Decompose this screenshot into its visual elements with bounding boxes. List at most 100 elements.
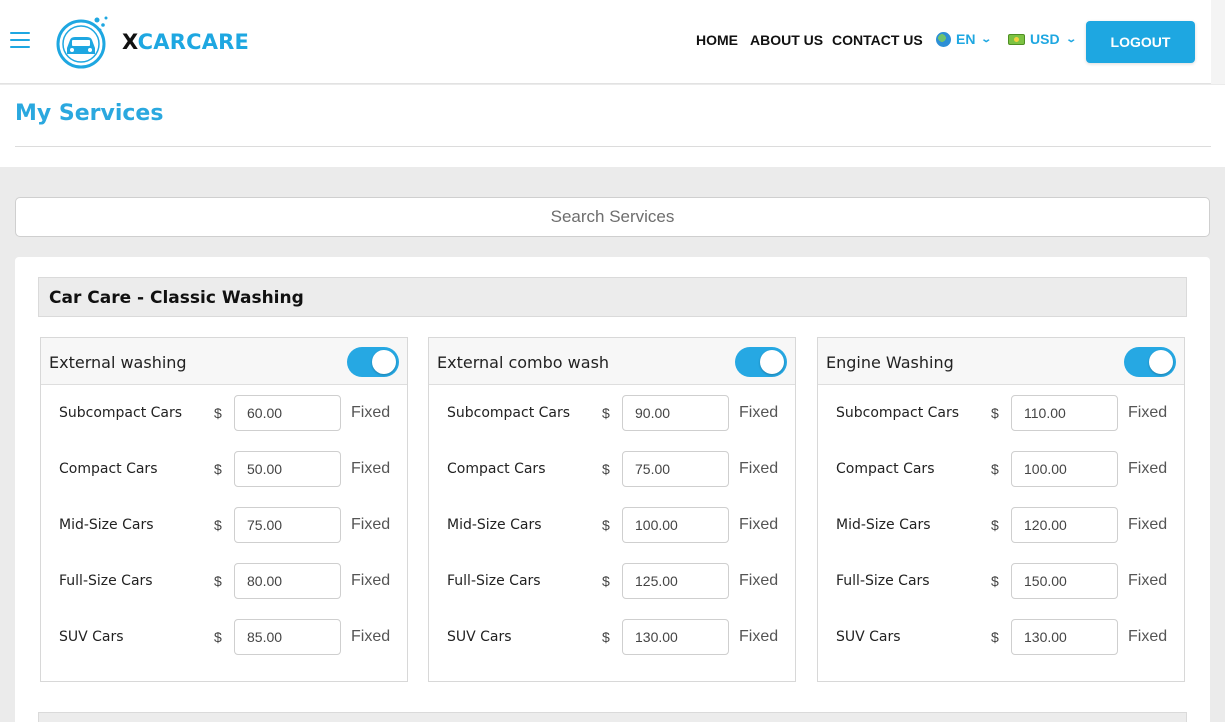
- price-type-label: Fixed: [739, 404, 779, 421]
- currency-symbol: $: [602, 461, 610, 477]
- chevron-down-icon: ⌄: [1064, 33, 1077, 45]
- divider: [15, 146, 1211, 147]
- car-size-label: Compact Cars: [59, 461, 158, 477]
- currency-selector[interactable]: USD ⌄: [1008, 31, 1077, 47]
- logout-button[interactable]: LOGOUT: [1086, 21, 1195, 63]
- car-size-label: SUV Cars: [59, 629, 124, 645]
- top-header: XCARCARE HOME ABOUT US CONTACT US EN ⌄ U…: [0, 0, 1225, 84]
- price-input[interactable]: [622, 563, 729, 599]
- car-size-label: Full-Size Cars: [836, 573, 930, 589]
- currency-symbol: $: [214, 629, 222, 645]
- scrollbar[interactable]: [1211, 0, 1225, 84]
- car-size-label: Subcompact Cars: [59, 405, 183, 421]
- logo-x: X: [122, 30, 138, 54]
- price-input[interactable]: [622, 395, 729, 431]
- toggle-knob: [760, 350, 784, 374]
- price-row: Full-Size Cars $ Fixed: [818, 563, 1184, 599]
- service-enabled-toggle[interactable]: [735, 347, 787, 377]
- hamburger-menu-icon[interactable]: [10, 32, 30, 50]
- price-input[interactable]: [1011, 619, 1118, 655]
- nav-home[interactable]: HOME: [696, 32, 738, 48]
- service-name: External combo wash: [437, 353, 610, 372]
- price-type-label: Fixed: [739, 572, 779, 589]
- price-type-label: Fixed: [739, 516, 779, 533]
- currency-symbol: $: [214, 405, 222, 421]
- price-row: Compact Cars $ Fixed: [818, 451, 1184, 487]
- service-enabled-toggle[interactable]: [1124, 347, 1176, 377]
- price-type-label: Fixed: [351, 628, 391, 645]
- car-size-label: Subcompact Cars: [836, 405, 960, 421]
- car-size-label: Mid-Size Cars: [447, 517, 542, 533]
- car-size-label: Full-Size Cars: [447, 573, 541, 589]
- price-input[interactable]: [234, 563, 341, 599]
- nav-contact-us[interactable]: CONTACT US: [832, 32, 923, 48]
- car-size-label: SUV Cars: [447, 629, 512, 645]
- currency-symbol: $: [602, 629, 610, 645]
- currency-symbol: $: [214, 517, 222, 533]
- toggle-knob: [1149, 350, 1173, 374]
- price-type-label: Fixed: [1128, 516, 1168, 533]
- price-type-label: Fixed: [1128, 404, 1168, 421]
- toggle-knob: [372, 350, 396, 374]
- language-selector[interactable]: EN ⌄: [936, 31, 993, 47]
- price-input[interactable]: [622, 451, 729, 487]
- price-input[interactable]: [234, 619, 341, 655]
- price-row: SUV Cars $ Fixed: [41, 619, 407, 655]
- price-row: Subcompact Cars $ Fixed: [41, 395, 407, 431]
- car-size-label: Compact Cars: [836, 461, 935, 477]
- price-type-label: Fixed: [1128, 460, 1168, 477]
- car-size-label: Mid-Size Cars: [836, 517, 931, 533]
- logo-wordmark[interactable]: XCARCARE: [122, 30, 249, 54]
- car-size-label: Subcompact Cars: [447, 405, 571, 421]
- services-panel: Car Care - Classic Washing External wash…: [15, 257, 1210, 722]
- price-row: Compact Cars $ Fixed: [429, 451, 795, 487]
- car-size-label: Mid-Size Cars: [59, 517, 154, 533]
- price-row: Mid-Size Cars $ Fixed: [429, 507, 795, 543]
- price-type-label: Fixed: [1128, 572, 1168, 589]
- nav-about-us[interactable]: ABOUT US: [750, 32, 823, 48]
- price-type-label: Fixed: [1128, 628, 1168, 645]
- price-row: Mid-Size Cars $ Fixed: [41, 507, 407, 543]
- price-type-label: Fixed: [351, 460, 391, 477]
- price-input[interactable]: [622, 619, 729, 655]
- price-input[interactable]: [1011, 451, 1118, 487]
- currency-symbol: $: [214, 573, 222, 589]
- logo-rest: CARCARE: [137, 30, 250, 54]
- car-size-label: Full-Size Cars: [59, 573, 153, 589]
- logo-icon[interactable]: [54, 14, 112, 70]
- currency-symbol: $: [214, 461, 222, 477]
- price-input[interactable]: [1011, 563, 1118, 599]
- service-enabled-toggle[interactable]: [347, 347, 399, 377]
- service-card-header: External combo wash: [429, 338, 795, 385]
- price-input[interactable]: [622, 507, 729, 543]
- title-section: My Services: [0, 85, 1225, 167]
- page-title: My Services: [15, 101, 164, 126]
- price-input[interactable]: [1011, 507, 1118, 543]
- service-card-header: External washing: [41, 338, 407, 385]
- language-label: EN: [956, 31, 976, 47]
- cash-icon: [1008, 33, 1025, 45]
- price-row: SUV Cars $ Fixed: [818, 619, 1184, 655]
- price-row: Mid-Size Cars $ Fixed: [818, 507, 1184, 543]
- service-name: External washing: [49, 353, 187, 372]
- search-input[interactable]: [15, 197, 1210, 237]
- currency-symbol: $: [602, 517, 610, 533]
- price-type-label: Fixed: [351, 404, 391, 421]
- price-row: Subcompact Cars $ Fixed: [818, 395, 1184, 431]
- price-input[interactable]: [234, 451, 341, 487]
- currency-symbol: $: [991, 461, 999, 477]
- next-category-header: [38, 712, 1187, 722]
- service-card-header: Engine Washing: [818, 338, 1184, 385]
- category-title: Car Care - Classic Washing: [49, 288, 304, 308]
- service-card: External washing Subcompact Cars $ Fixed Com…: [40, 337, 408, 682]
- currency-symbol: $: [991, 405, 999, 421]
- service-name: Engine Washing: [826, 353, 954, 372]
- car-size-label: SUV Cars: [836, 629, 901, 645]
- price-input[interactable]: [234, 507, 341, 543]
- chevron-down-icon: ⌄: [980, 33, 993, 45]
- globe-icon: [936, 31, 951, 47]
- price-row: SUV Cars $ Fixed: [429, 619, 795, 655]
- currency-symbol: $: [991, 629, 999, 645]
- price-input[interactable]: [234, 395, 341, 431]
- price-input[interactable]: [1011, 395, 1118, 431]
